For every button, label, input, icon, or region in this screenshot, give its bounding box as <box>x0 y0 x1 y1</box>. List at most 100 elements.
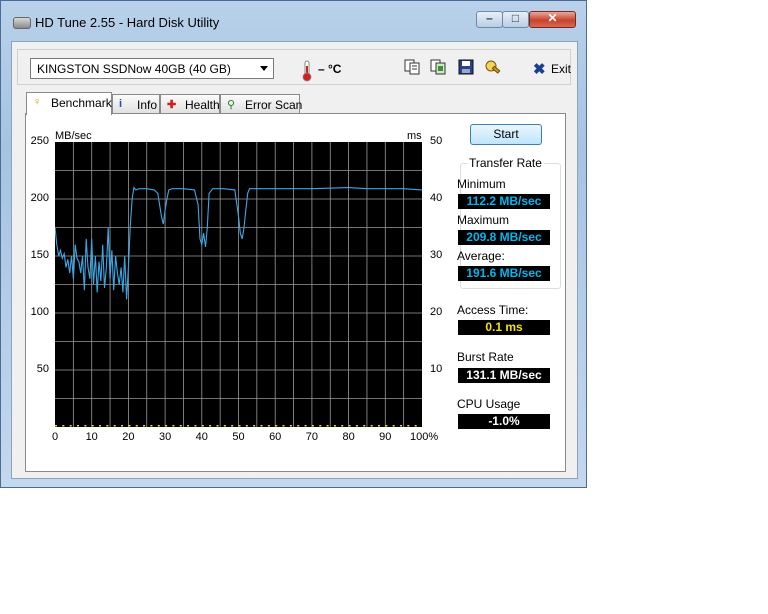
y-tick-right: 10 <box>430 363 443 375</box>
x-tick: 40 <box>195 431 208 443</box>
access-time-point <box>150 425 153 427</box>
access-time-point <box>179 425 182 427</box>
access-time-point <box>128 425 131 427</box>
y-tick-right: 20 <box>430 306 443 318</box>
tab-info-label: Info <box>137 98 158 112</box>
access-time-point <box>121 425 124 427</box>
access-time-point <box>245 425 248 427</box>
minimize-icon: – <box>486 11 493 25</box>
access-time-label: Access Time: <box>457 303 529 317</box>
cpu-usage-label: CPU Usage <box>457 397 521 411</box>
access-time-point <box>363 425 366 427</box>
access-time-point <box>414 425 417 427</box>
thermometer-icon <box>302 60 312 82</box>
y-tick-left: 100 <box>30 306 49 318</box>
minimum-value: 112.2 MB/sec <box>458 194 550 209</box>
access-time-point <box>311 425 314 427</box>
start-button[interactable]: Start <box>470 124 542 145</box>
drive-select-value: KINGSTON SSDNow 40GB (40 GB) <box>37 62 231 76</box>
y-tick-left: 200 <box>30 192 49 204</box>
title-bar[interactable]: HD Tune 2.55 - Hard Disk Utility – □ ✕ <box>1 1 586 31</box>
copy-screenshot-icon[interactable] <box>430 59 446 75</box>
access-time-point <box>355 425 358 427</box>
tab-error-scan-label: Error Scan <box>245 98 303 112</box>
main-window: HD Tune 2.55 - Hard Disk Utility – □ ✕ K… <box>0 0 587 488</box>
access-time-point <box>370 425 373 427</box>
window-title: HD Tune 2.55 - Hard Disk Utility <box>35 15 220 30</box>
exit-icon[interactable]: ✖ <box>533 60 546 78</box>
minimum-label: Minimum <box>457 177 506 191</box>
access-time-point <box>399 425 402 427</box>
access-time-point <box>260 425 263 427</box>
access-time-point <box>99 425 102 427</box>
y-axis-right-title: ms <box>407 130 422 142</box>
access-time-point <box>91 425 94 427</box>
access-time-point <box>348 425 351 427</box>
y-tick-right: 40 <box>430 192 443 204</box>
y-tick-right: 30 <box>430 249 443 261</box>
health-icon: ✚ <box>167 99 177 111</box>
access-time-point <box>267 425 270 427</box>
access-time-point <box>289 425 292 427</box>
access-time-point <box>77 425 80 427</box>
copy-info-icon[interactable] <box>404 59 420 75</box>
x-tick: 90 <box>379 431 392 443</box>
minimize-button[interactable]: – <box>476 11 503 28</box>
toolbar: KINGSTON SSDNow 40GB (40 GB) – °C ✖ Exit <box>17 49 571 85</box>
access-time-point <box>304 425 307 427</box>
temperature-readout: – °C <box>318 62 342 76</box>
y-tick-left: 250 <box>30 135 49 147</box>
access-time-point <box>385 425 388 427</box>
close-button[interactable]: ✕ <box>529 11 576 28</box>
options-icon[interactable] <box>485 59 501 75</box>
access-time-point <box>201 425 204 427</box>
benchmark-icon: ♀ <box>33 96 42 108</box>
access-time-point <box>238 425 241 427</box>
x-tick: 0 <box>51 431 59 443</box>
access-time-point <box>341 425 344 427</box>
burst-rate-value: 131.1 MB/sec <box>458 368 550 383</box>
tab-info[interactable]: i Info <box>112 94 160 113</box>
y-tick-left: 50 <box>36 363 49 375</box>
access-time-point <box>172 425 175 427</box>
save-icon[interactable] <box>458 59 474 75</box>
exit-button[interactable]: Exit <box>551 62 571 76</box>
burst-rate-label: Burst Rate <box>457 350 514 364</box>
transfer-rate-title: Transfer Rate <box>467 156 544 170</box>
x-tick: 30 <box>158 431 172 443</box>
maximum-value: 209.8 MB/sec <box>458 230 550 245</box>
access-time-point <box>165 425 168 427</box>
access-time-point <box>231 425 234 427</box>
error-scan-icon: ⚲ <box>227 99 236 111</box>
y-tick-right: 50 <box>430 135 443 147</box>
access-time-point <box>55 425 57 427</box>
access-time-point <box>106 425 109 427</box>
x-tick: 100% <box>410 431 439 443</box>
average-label: Average: <box>457 249 505 263</box>
access-time-point <box>187 425 190 427</box>
tab-health[interactable]: ✚ Health <box>160 94 220 113</box>
access-time-point <box>333 425 336 427</box>
drive-select[interactable]: KINGSTON SSDNow 40GB (40 GB) <box>30 58 274 79</box>
access-time-point <box>209 425 212 427</box>
y-axis-left-title: MB/sec <box>55 130 92 142</box>
access-time-point <box>194 425 197 427</box>
chevron-down-icon[interactable] <box>260 66 268 71</box>
access-time-point <box>223 425 226 427</box>
benchmark-chart <box>55 142 422 427</box>
cpu-usage-value: -1.0% <box>458 414 550 429</box>
y-tick-left: 150 <box>30 249 49 261</box>
access-time-point <box>216 425 219 427</box>
hdtune-app-icon <box>13 17 31 29</box>
tab-benchmark[interactable]: ♀ Benchmark <box>26 92 112 115</box>
x-tick: 70 <box>305 431 319 443</box>
tab-error-scan[interactable]: ⚲ Error Scan <box>220 94 303 113</box>
access-time-point <box>157 425 160 427</box>
maximize-button[interactable]: □ <box>502 11 529 28</box>
access-time-point <box>326 425 329 427</box>
access-time-point <box>319 425 322 427</box>
access-time-point <box>84 425 87 427</box>
info-icon: i <box>119 98 123 110</box>
access-time-point <box>113 425 116 427</box>
access-time-point <box>135 425 138 427</box>
